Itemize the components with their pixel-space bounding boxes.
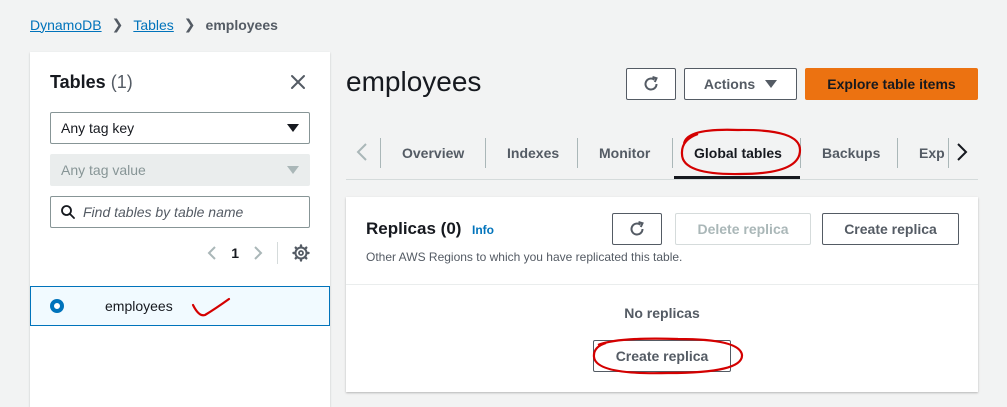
refresh-icon xyxy=(630,221,644,236)
breadcrumb: DynamoDB ❯ Tables ❯ employees xyxy=(30,16,278,33)
replicas-description: Other AWS Regions to which you have repl… xyxy=(366,250,683,264)
replicas-count: (0) xyxy=(440,219,462,238)
tag-value-select: Any tag value xyxy=(50,154,310,186)
refresh-icon xyxy=(644,76,658,91)
caret-down-icon xyxy=(287,124,299,132)
replicas-card: Replicas (0) Info Other AWS Regions to w… xyxy=(346,197,978,392)
tab-exports[interactable]: Exp xyxy=(919,138,945,168)
table-name: employees xyxy=(105,298,173,314)
tab-separator xyxy=(485,138,486,168)
tab-separator xyxy=(577,138,578,168)
page-number[interactable]: 1 xyxy=(231,245,239,261)
create-replica-label: Create replica xyxy=(844,221,937,237)
close-icon[interactable] xyxy=(288,72,308,92)
actions-label: Actions xyxy=(703,76,756,92)
actions-button[interactable]: Actions xyxy=(684,68,797,100)
no-replicas-text: No replicas xyxy=(624,305,700,321)
refresh-button[interactable] xyxy=(626,68,676,100)
chevron-right-icon: ❯ xyxy=(183,16,196,32)
tab-separator xyxy=(897,138,898,168)
chevron-left-icon[interactable] xyxy=(207,245,217,261)
selected-radio[interactable] xyxy=(50,299,64,313)
search-icon xyxy=(61,205,75,219)
tables-panel-title: Tables (1) xyxy=(50,72,133,93)
replicas-header: Replicas (0) Info Other AWS Regions to w… xyxy=(346,197,978,285)
tab-separator xyxy=(948,138,949,168)
breadcrumb-dynamodb[interactable]: DynamoDB xyxy=(30,17,102,33)
pagination: 1 xyxy=(207,242,310,264)
chevron-left-icon[interactable] xyxy=(356,142,368,162)
tag-key-value: Any tag key xyxy=(61,120,135,136)
delete-replica-button: Delete replica xyxy=(675,213,811,245)
annotation-check-mark xyxy=(191,297,231,317)
caret-down-icon xyxy=(287,166,299,174)
chevron-right-icon: ❯ xyxy=(111,16,124,32)
chevron-right-icon[interactable] xyxy=(956,142,968,162)
empty-create-replica-label: Create replica xyxy=(615,348,709,364)
caret-down-icon xyxy=(765,80,778,88)
replicas-title-text: Replicas xyxy=(366,219,436,238)
page-title: employees xyxy=(346,66,482,97)
replicas-title: Replicas (0) xyxy=(366,219,461,239)
tab-global-tables[interactable]: Global tables xyxy=(694,138,782,168)
table-tabs: Overview Indexes Monitor Global tables B… xyxy=(346,128,978,180)
tag-value-value: Any tag value xyxy=(61,162,146,178)
tables-panel: Tables (1) Any tag key Any tag value 1 xyxy=(30,52,330,407)
tab-indexes[interactable]: Indexes xyxy=(507,138,559,168)
tab-separator xyxy=(800,138,801,168)
tab-separator xyxy=(672,138,673,168)
tables-title-text: Tables xyxy=(50,72,106,92)
pager-divider xyxy=(277,242,278,264)
create-replica-button[interactable]: Create replica xyxy=(822,213,959,245)
tag-key-select[interactable]: Any tag key xyxy=(50,112,310,144)
table-list-item[interactable]: employees xyxy=(30,286,330,326)
tables-count: (1) xyxy=(110,72,133,92)
replicas-refresh-button[interactable] xyxy=(612,213,662,245)
table-search[interactable] xyxy=(50,196,310,228)
breadcrumb-tables[interactable]: Tables xyxy=(133,17,173,33)
explore-label: Explore table items xyxy=(827,76,956,92)
empty-create-replica-button[interactable]: Create replica xyxy=(593,340,731,372)
tab-monitor[interactable]: Monitor xyxy=(599,138,650,168)
breadcrumb-current: employees xyxy=(205,16,278,33)
tab-backups[interactable]: Backups xyxy=(822,138,880,168)
explore-table-items-button[interactable]: Explore table items xyxy=(805,68,978,100)
info-link[interactable]: Info xyxy=(472,223,494,237)
tab-overview[interactable]: Overview xyxy=(402,138,464,168)
search-input[interactable] xyxy=(83,204,293,220)
gear-icon[interactable] xyxy=(292,244,310,262)
delete-replica-label: Delete replica xyxy=(697,221,789,237)
chevron-right-icon[interactable] xyxy=(253,245,263,261)
active-tab-indicator xyxy=(674,176,800,179)
tab-separator xyxy=(380,138,381,168)
